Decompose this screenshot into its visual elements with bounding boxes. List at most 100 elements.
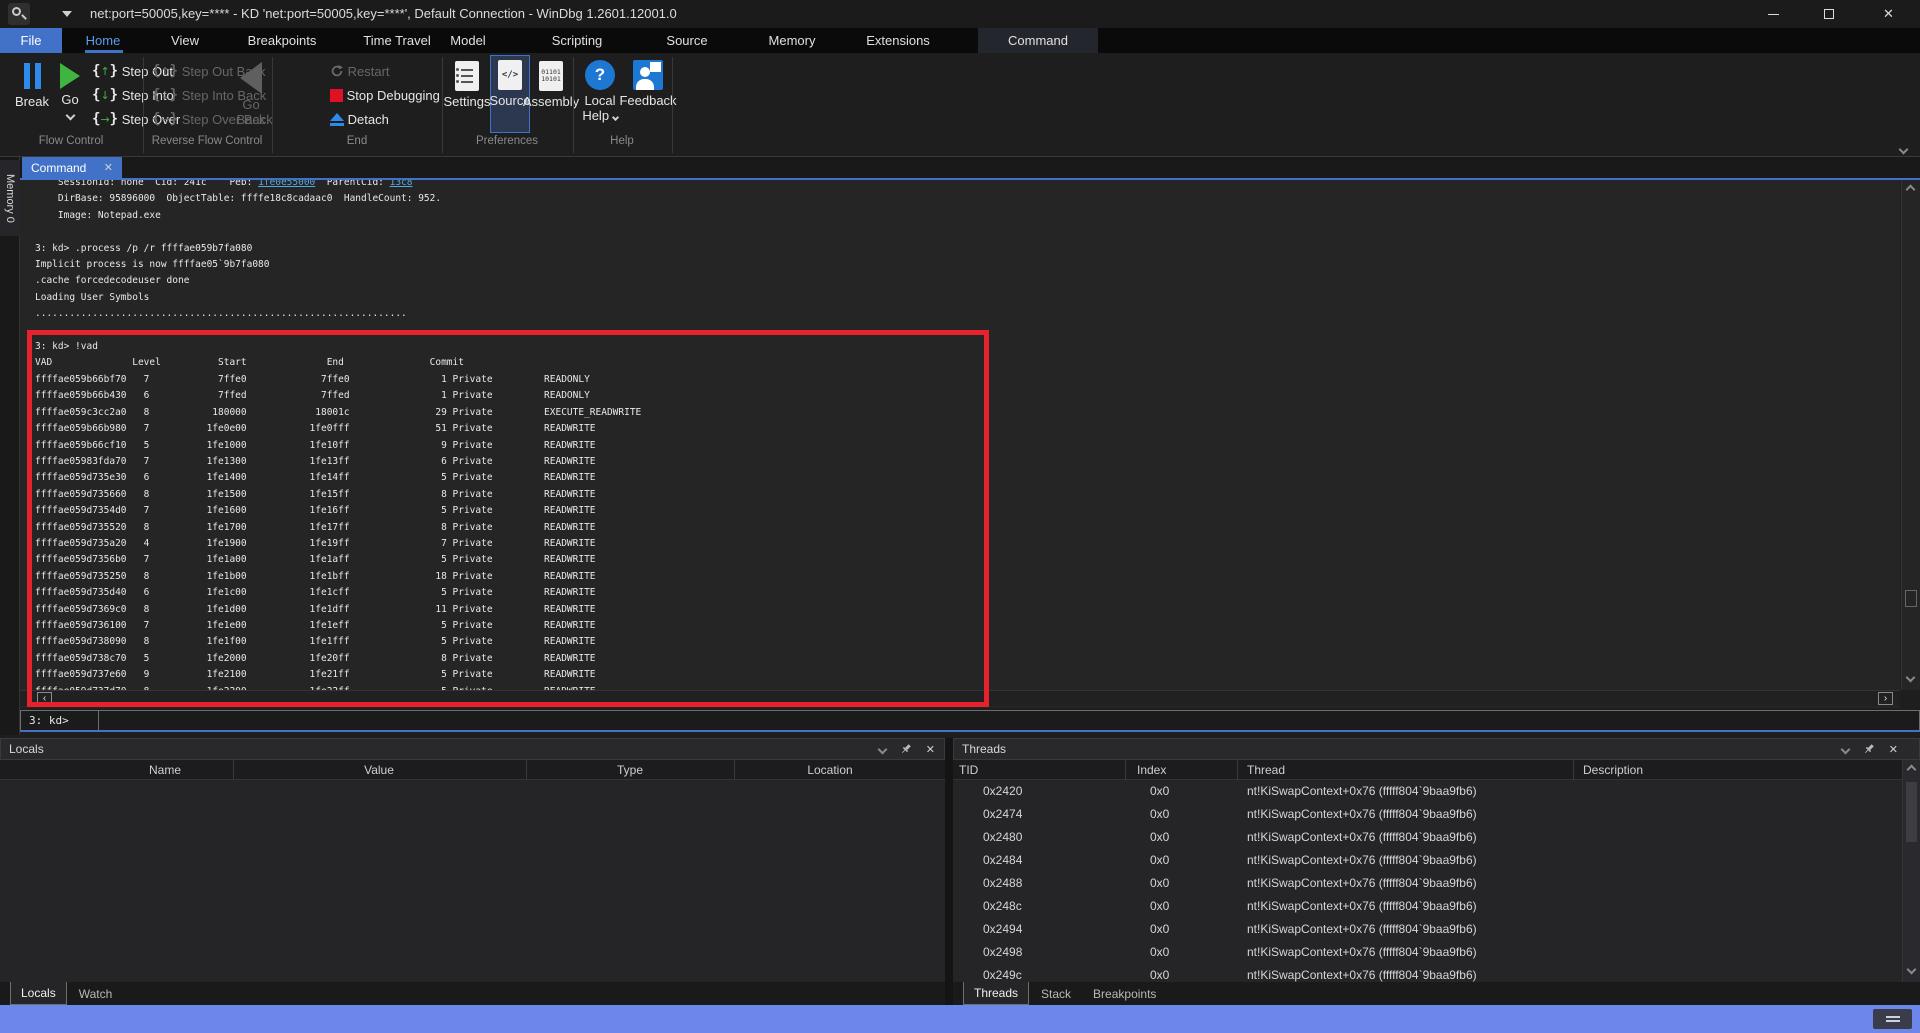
thread-row[interactable]: 0x249c0x0nt!KiSwapContext+0x76 (fffff804… xyxy=(953,964,1898,982)
close-button[interactable]: ✕ xyxy=(1857,0,1920,28)
restart-button[interactable]: Restart xyxy=(330,60,390,82)
locals-col-value[interactable]: Value xyxy=(364,763,394,777)
minimize-button[interactable] xyxy=(1745,0,1801,28)
feedback-button[interactable]: Feedback xyxy=(622,57,674,131)
terminal-text: SessionId: none Cid: 241c Peb: 1fe0e5500… xyxy=(20,180,1900,700)
command-tab-close-icon[interactable]: ✕ xyxy=(104,161,113,174)
menu-bar: File Home View Breakpoints Time Travel M… xyxy=(0,28,1920,53)
debugger-prompt-bar: 3: kd> xyxy=(20,710,1920,732)
menu-view[interactable]: View xyxy=(161,28,209,53)
threads-scroll-down-icon[interactable] xyxy=(1907,965,1917,975)
tab-stack[interactable]: Stack xyxy=(1031,982,1081,1005)
menu-time-travel[interactable]: Time Travel xyxy=(353,28,440,53)
feedback-person-icon xyxy=(633,60,663,90)
thread-row[interactable]: 0x24840x0nt!KiSwapContext+0x76 (fffff804… xyxy=(953,849,1898,872)
group-label-preferences: Preferences xyxy=(476,135,538,147)
tab-watch[interactable]: Watch xyxy=(69,982,123,1005)
menu-command[interactable]: Command xyxy=(998,28,1078,53)
title-bar[interactable]: net:port=50005,key=**** - KD 'net:port=5… xyxy=(0,0,1920,28)
menu-extensions[interactable]: Extensions xyxy=(856,28,940,53)
go-dropdown-chevron-icon[interactable] xyxy=(65,111,75,121)
threads-close-icon[interactable]: ✕ xyxy=(1889,743,1898,756)
step-over-icon: {→} xyxy=(92,111,118,127)
scroll-up-icon[interactable] xyxy=(1906,185,1916,195)
command-output-area[interactable]: SessionId: none Cid: 241c Peb: 1fe0e5500… xyxy=(20,180,1900,708)
stop-debugging-button[interactable]: Stop Debugging xyxy=(330,84,440,106)
thread-row[interactable]: 0x24980x0nt!KiSwapContext+0x76 (fffff804… xyxy=(953,941,1898,964)
threads-col-index[interactable]: Index xyxy=(1137,763,1166,777)
menu-file[interactable]: File xyxy=(0,28,62,53)
threads-dropdown-chevron-icon[interactable] xyxy=(1840,744,1850,754)
close-icon: ✕ xyxy=(1883,6,1894,22)
threads-rows: 0x24200x0nt!KiSwapContext+0x76 (fffff804… xyxy=(953,780,1898,982)
locals-close-icon[interactable]: ✕ xyxy=(926,743,935,756)
windbg-window: net:port=50005,key=**** - KD 'net:port=5… xyxy=(0,0,1920,1033)
menu-model[interactable]: Model xyxy=(440,28,495,53)
locals-pin-icon[interactable] xyxy=(900,743,912,755)
scroll-down-icon[interactable] xyxy=(1906,673,1916,683)
threads-col-description[interactable]: Description xyxy=(1583,763,1643,777)
tab-locals[interactable]: Locals xyxy=(10,982,67,1005)
menu-breakpoints[interactable]: Breakpoints xyxy=(238,28,327,53)
group-label-reverse-flow-control: Reverse Flow Control xyxy=(152,135,263,147)
magnifier-icon xyxy=(12,7,21,16)
local-help-chevron-icon xyxy=(612,114,619,121)
threads-title-bar[interactable]: Threads ✕ xyxy=(953,738,1920,760)
command-tab[interactable]: Command ✕ xyxy=(22,157,122,178)
locals-panel: Locals ✕ Name Value Type Location Locals… xyxy=(0,738,945,1005)
title-dropdown-arrow-icon[interactable] xyxy=(62,11,72,17)
command-vertical-scrollbar[interactable] xyxy=(1901,180,1920,690)
detach-button[interactable]: Detach xyxy=(330,108,389,130)
thread-row[interactable]: 0x24740x0nt!KiSwapContext+0x76 (fffff804… xyxy=(953,803,1898,826)
threads-col-thread[interactable]: Thread xyxy=(1247,763,1285,777)
step-over-back-icon: {→} xyxy=(152,111,178,127)
panel-splitter[interactable] xyxy=(945,738,953,1005)
locals-col-name[interactable]: Name xyxy=(149,763,181,777)
pause-icon xyxy=(24,61,41,91)
settings-button[interactable]: Settings xyxy=(442,57,492,131)
thread-row[interactable]: 0x24800x0nt!KiSwapContext+0x76 (fffff804… xyxy=(953,826,1898,849)
step-out-icon: {↑} xyxy=(92,63,118,79)
group-label-end: End xyxy=(347,135,367,147)
locals-title-bar[interactable]: Locals ✕ xyxy=(0,738,945,760)
tab-breakpoints[interactable]: Breakpoints xyxy=(1083,982,1166,1005)
locals-dropdown-chevron-icon[interactable] xyxy=(877,744,887,754)
threads-col-tid[interactable]: TID xyxy=(959,763,978,777)
locals-col-location[interactable]: Location xyxy=(807,763,852,777)
ribbon-collapse-chevron-icon[interactable] xyxy=(1900,140,1907,158)
scrollbar-thumb-marker[interactable] xyxy=(1905,590,1917,607)
maximize-button[interactable] xyxy=(1801,0,1857,28)
assembly-button[interactable]: 0110110101 Assembly xyxy=(528,57,574,131)
locals-header-row: Name Value Type Location xyxy=(0,760,945,780)
local-help-button[interactable]: ? Local Help xyxy=(578,57,622,131)
go-button[interactable]: Go xyxy=(52,57,88,131)
threads-scrollbar[interactable] xyxy=(1902,760,1920,982)
command-input[interactable] xyxy=(99,711,1919,730)
scroll-left-icon[interactable]: ‹ xyxy=(37,692,52,705)
menu-memory[interactable]: Memory xyxy=(759,28,826,53)
locals-col-type[interactable]: Type xyxy=(617,763,643,777)
ribbon: Break Go {↑} Step Out {↓} Step Into {→} … xyxy=(0,53,1920,157)
thread-row[interactable]: 0x24880x0nt!KiSwapContext+0x76 (fffff804… xyxy=(953,872,1898,895)
status-bar xyxy=(0,1005,1920,1033)
command-horizontal-scrollbar[interactable]: ‹ › xyxy=(20,690,1900,706)
restart-icon xyxy=(330,64,344,78)
thread-row[interactable]: 0x24200x0nt!KiSwapContext+0x76 (fffff804… xyxy=(953,780,1898,803)
locals-tabs: Locals Watch xyxy=(0,982,945,1005)
status-notification-icon[interactable] xyxy=(1873,1009,1912,1029)
thread-row[interactable]: 0x248c0x0nt!KiSwapContext+0x76 (fffff804… xyxy=(953,895,1898,918)
memory-0-vertical-tab[interactable]: Memory 0 xyxy=(0,160,20,236)
break-button[interactable]: Break xyxy=(10,57,54,131)
threads-pin-icon[interactable] xyxy=(1863,743,1875,755)
go-back-button[interactable]: Go Back xyxy=(232,57,270,131)
threads-scroll-up-icon[interactable] xyxy=(1907,765,1917,775)
threads-scroll-thumb[interactable] xyxy=(1906,782,1917,842)
locals-empty-grid[interactable] xyxy=(0,780,945,982)
menu-source[interactable]: Source xyxy=(656,28,717,53)
scroll-right-icon[interactable]: › xyxy=(1878,692,1893,705)
window-title: net:port=50005,key=**** - KD 'net:port=5… xyxy=(90,6,677,21)
thread-row[interactable]: 0x24940x0nt!KiSwapContext+0x76 (fffff804… xyxy=(953,918,1898,941)
locals-title: Locals xyxy=(9,742,44,756)
menu-scripting[interactable]: Scripting xyxy=(542,28,613,53)
tab-threads[interactable]: Threads xyxy=(963,982,1029,1005)
